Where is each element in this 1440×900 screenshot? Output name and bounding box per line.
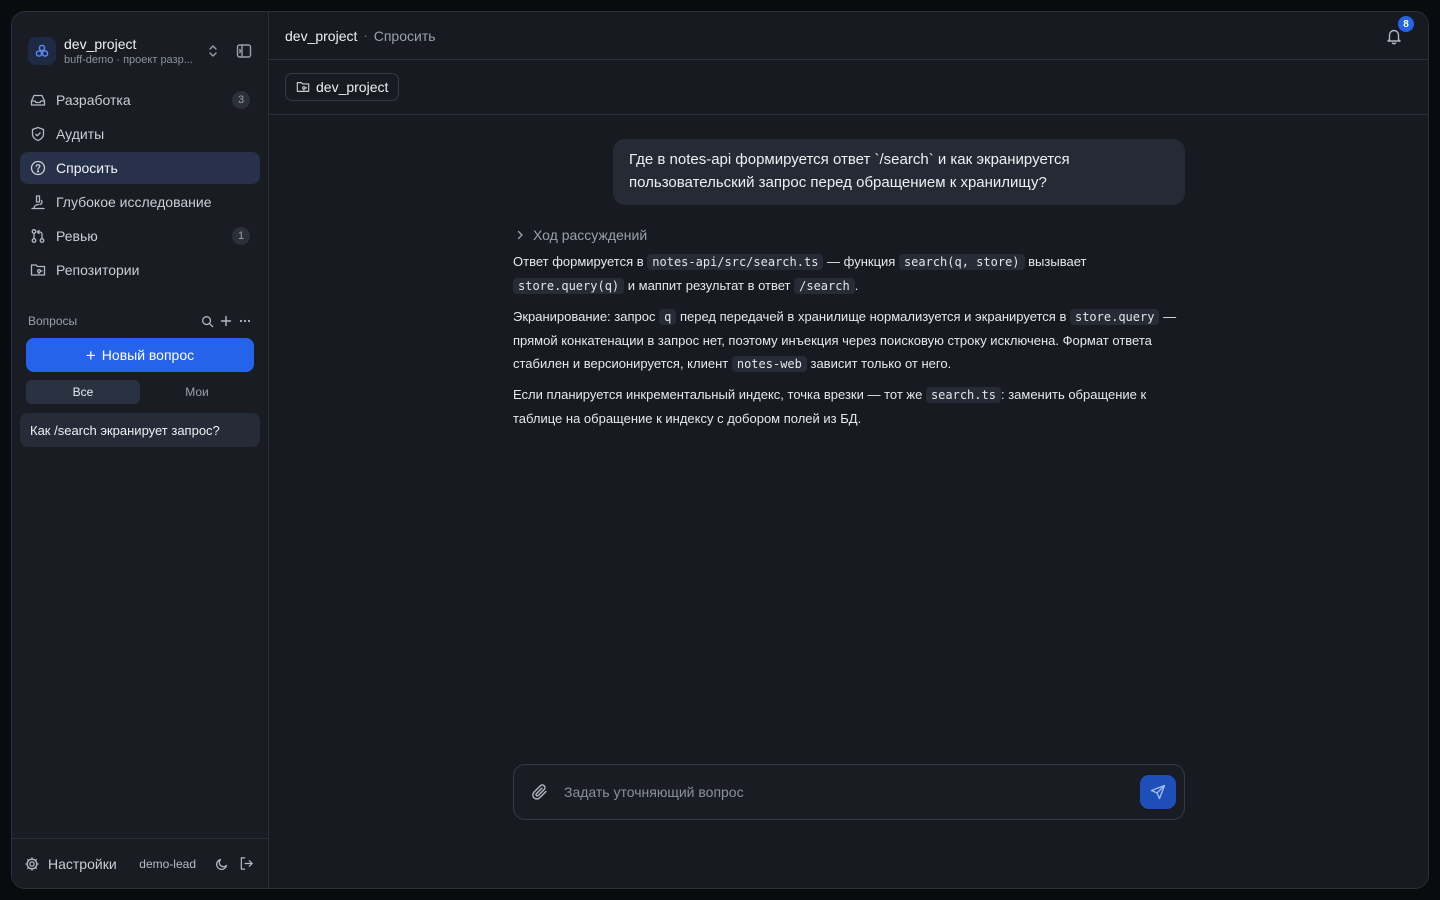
questions-section-header: Вопросы xyxy=(12,312,268,330)
main-panel: dev_project · Спросить 8 dev_project Где… xyxy=(269,12,1428,888)
answer-text: Ответ формируется в xyxy=(513,254,648,269)
code-span: search(q, store) xyxy=(898,254,1025,270)
filter-all[interactable]: Все xyxy=(26,380,140,404)
assistant-answer: Ответ формируется в notes-api/src/search… xyxy=(513,250,1185,430)
sidebar-item-repositories[interactable]: Репозитории xyxy=(20,254,260,286)
breadcrumb-separator: · xyxy=(363,28,368,43)
questions-section-title: Вопросы xyxy=(28,314,78,328)
count-badge: 3 xyxy=(232,91,250,109)
breadcrumb-project[interactable]: dev_project xyxy=(285,28,357,44)
app-window: dev_project buff-demo · проект разр... Р… xyxy=(11,11,1429,889)
context-bar: dev_project xyxy=(269,60,1428,115)
sidebar-item-deep-research[interactable]: Глубокое исследование xyxy=(20,186,260,218)
questions-filter: Все Мои xyxy=(26,380,254,404)
reasoning-label: Ход рассуждений xyxy=(533,227,648,243)
sidebar-item-label: Глубокое исследование xyxy=(56,194,212,210)
folder-git-icon xyxy=(30,262,46,278)
sidebar-item-label: Спросить xyxy=(56,160,118,176)
repo-context-label: dev_project xyxy=(316,79,389,95)
code-span: store.query xyxy=(1069,309,1160,325)
help-circle-icon xyxy=(30,160,46,176)
new-question-label: Новый вопрос xyxy=(101,347,195,363)
code-span: notes-api/src/search.ts xyxy=(647,254,824,270)
answer-text: вызывает xyxy=(1024,254,1087,269)
gear-icon xyxy=(24,856,40,872)
followup-input[interactable] xyxy=(564,784,1140,800)
more-horizontal-icon[interactable] xyxy=(238,314,252,328)
reasoning-toggle[interactable]: Ход рассуждений xyxy=(513,225,1185,245)
breadcrumb-page: Спросить xyxy=(373,27,436,44)
sidebar-item-ask[interactable]: Спросить xyxy=(20,152,260,184)
notification-badge: 8 xyxy=(1398,16,1414,32)
question-list-item[interactable]: Как /search экранирует запрос? xyxy=(20,413,260,447)
answer-text: — функция xyxy=(823,254,899,269)
sidebar-item-label: Разработка xyxy=(56,92,131,108)
user-message: Где в notes-api формируется ответ `/sear… xyxy=(613,139,1185,205)
sidebar-collapse-icon[interactable] xyxy=(235,42,253,60)
paperclip-icon[interactable] xyxy=(530,782,550,802)
answer-paragraph: Если планируется инкрементальный индекс,… xyxy=(513,383,1185,430)
code-span: store.query(q) xyxy=(513,278,625,294)
filter-mine[interactable]: Мои xyxy=(140,380,254,404)
chat-thread: Где в notes-api формируется ответ `/sear… xyxy=(513,139,1185,437)
repo-context-chip[interactable]: dev_project xyxy=(285,73,400,101)
folder-git-icon xyxy=(296,80,310,94)
sidebar-footer: Настройки demo-lead xyxy=(12,838,268,888)
sidebar-item-review[interactable]: Ревью 1 xyxy=(20,220,260,252)
workspace-switcher[interactable]: dev_project buff-demo · проект разр... xyxy=(12,12,268,74)
chevrons-up-down-icon[interactable] xyxy=(205,43,221,59)
answer-text: перед передачей в хранилище нормализуетс… xyxy=(676,309,1070,324)
sidebar-nav: Разработка 3 Аудиты Спросить Глубокое ис… xyxy=(12,74,268,288)
settings-label: Настройки xyxy=(48,855,117,872)
workspace-name: dev_project xyxy=(64,35,137,52)
code-span: q xyxy=(659,309,677,325)
workspace-subtitle: buff-demo · проект разр... xyxy=(64,53,193,66)
answer-text: Экранирование: запрос xyxy=(513,309,660,324)
sidebar-item-audits[interactable]: Аудиты xyxy=(20,118,260,150)
code-span: /search xyxy=(794,278,855,294)
shield-check-icon xyxy=(30,126,46,142)
sidebar: dev_project buff-demo · проект разр... Р… xyxy=(12,12,269,888)
workspace-logo-icon xyxy=(28,37,56,65)
answer-paragraph: Экранирование: запрос q перед передачей … xyxy=(513,305,1185,376)
answer-text: Если планируется инкрементальный индекс,… xyxy=(513,387,926,402)
git-pull-request-icon xyxy=(30,228,46,244)
moon-icon[interactable] xyxy=(214,856,230,872)
answer-text: зависит только от него. xyxy=(806,356,952,371)
answer-text: . xyxy=(854,278,859,293)
code-span: search.ts xyxy=(925,387,1001,403)
top-bar: dev_project · Спросить 8 xyxy=(269,12,1428,60)
answer-text: и маппит результат в ответ xyxy=(624,278,795,293)
sidebar-item-development[interactable]: Разработка 3 xyxy=(20,84,260,116)
sidebar-item-label: Репозитории xyxy=(56,262,140,278)
count-badge: 1 xyxy=(232,227,250,245)
answer-paragraph: Ответ формируется в notes-api/src/search… xyxy=(513,250,1185,298)
send-button[interactable] xyxy=(1140,775,1176,809)
logout-icon[interactable] xyxy=(238,856,254,872)
inbox-icon xyxy=(30,92,46,108)
message-composer xyxy=(513,764,1185,820)
microscope-icon xyxy=(30,194,46,210)
new-question-button[interactable]: + Новый вопрос xyxy=(26,338,254,372)
chevron-right-icon xyxy=(513,228,527,242)
code-span: notes-web xyxy=(731,356,807,372)
search-icon[interactable] xyxy=(200,314,214,328)
sidebar-item-label: Ревью xyxy=(56,228,98,244)
send-icon xyxy=(1150,784,1166,800)
user-name: demo-lead xyxy=(139,856,196,871)
plus-icon: + xyxy=(85,345,96,365)
plus-icon[interactable] xyxy=(219,314,233,328)
sidebar-item-label: Аудиты xyxy=(56,126,105,142)
settings-button[interactable]: Настройки xyxy=(24,856,139,872)
